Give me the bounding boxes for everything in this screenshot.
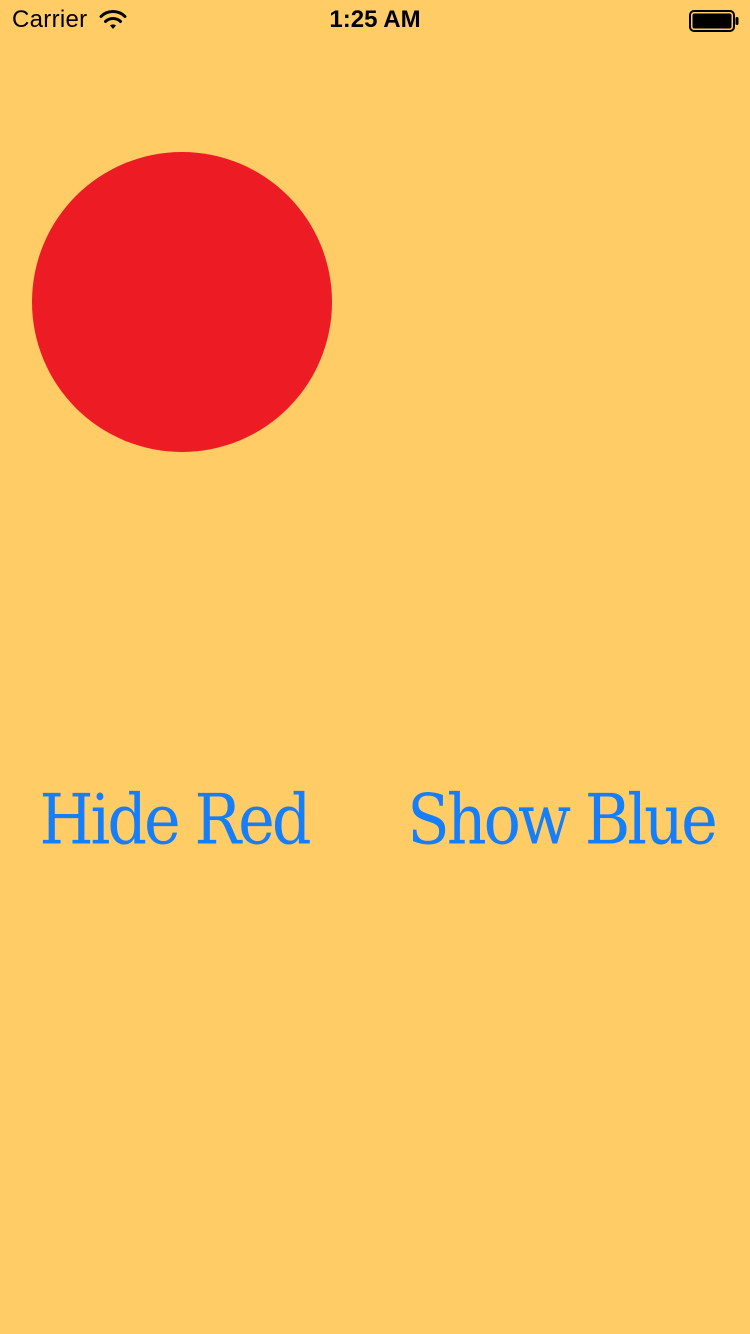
- show-blue-button[interactable]: Show Blue: [398, 764, 724, 876]
- clock: 1:25 AM: [329, 6, 421, 33]
- battery-full-icon: [689, 10, 739, 32]
- hide-red-button[interactable]: Hide Red: [34, 764, 314, 876]
- red-circle: [32, 152, 332, 452]
- status-bar: Carrier 1:25 AM: [0, 0, 750, 40]
